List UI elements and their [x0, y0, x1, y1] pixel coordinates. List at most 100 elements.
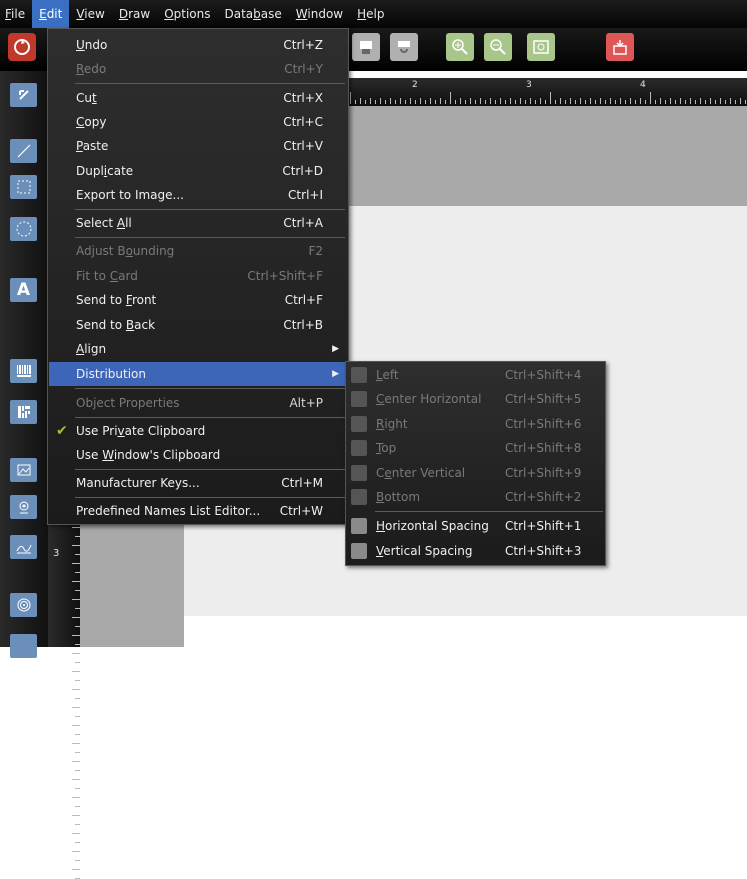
ruler-tick	[75, 788, 80, 789]
app-logo-icon[interactable]	[8, 33, 36, 61]
line-tool-icon[interactable]	[10, 139, 37, 163]
ruler-tick	[725, 100, 726, 104]
submenu-item-center-vertical: Center Vertical Ctrl+Shift+9	[347, 461, 605, 485]
webcam-tool-icon[interactable]	[10, 495, 37, 519]
menu-item-undo[interactable]: Undo Ctrl+Z	[49, 33, 347, 57]
ruler-tick	[480, 98, 481, 104]
toolbar-zoom-fit-icon[interactable]	[527, 33, 555, 61]
ruler-tick	[555, 100, 556, 104]
menu-item-cut[interactable]: Cut Ctrl+X	[49, 86, 347, 110]
tool-palette: A	[0, 71, 48, 658]
menu-separator	[75, 469, 345, 470]
ruler-tick	[500, 98, 501, 104]
menu-item-paste[interactable]: Paste Ctrl+V	[49, 134, 347, 158]
ruler-tick	[670, 98, 671, 104]
zoom-in-icon	[452, 39, 468, 55]
ruler-tick	[75, 752, 80, 753]
menu-separator	[75, 497, 345, 498]
center-vertical-icon	[351, 465, 367, 481]
2d-barcode-tool-icon[interactable]	[10, 400, 37, 424]
toolbar-print-card-icon[interactable]	[606, 33, 634, 61]
ruler-tick	[630, 98, 631, 104]
ruler-tick	[440, 98, 441, 104]
refresh-logo-icon	[14, 39, 30, 55]
submenu-arrow-icon: ▶	[332, 369, 339, 379]
ruler-tick	[425, 100, 426, 104]
ruler-tick	[445, 100, 446, 104]
ruler-tick	[72, 599, 80, 600]
ruler-tick	[365, 100, 366, 104]
ruler-tick	[72, 635, 80, 636]
ruler-tick	[380, 98, 381, 104]
ruler-tick	[595, 100, 596, 104]
ruler-tick	[475, 100, 476, 104]
align-right-icon	[351, 416, 367, 432]
submenu-item-vertical-spacing[interactable]: Vertical Spacing Ctrl+Shift+3	[347, 539, 605, 563]
select-tool-icon[interactable]	[10, 83, 37, 107]
ruler-tick	[485, 100, 486, 104]
ruler-tick	[72, 707, 80, 708]
ruler-tick	[75, 806, 80, 807]
ruler-tick	[72, 851, 80, 852]
menu-item-export-image[interactable]: Export to Image... Ctrl+I	[49, 183, 347, 207]
ruler-tick	[505, 100, 506, 104]
ruler-tick	[72, 581, 80, 582]
ruler-tick	[700, 98, 701, 104]
ruler-tick	[740, 98, 741, 104]
menu-item-copy[interactable]: Copy Ctrl+C	[49, 110, 347, 134]
ruler-tick	[470, 98, 471, 104]
ruler-label: 4	[640, 80, 646, 90]
ruler-tick	[395, 100, 396, 104]
ellipse-tool-icon[interactable]	[10, 217, 37, 241]
toolbar-zoom-out-icon[interactable]	[484, 33, 512, 61]
menu-file[interactable]: File	[0, 0, 32, 28]
ruler-tick	[605, 100, 606, 104]
ruler-tick	[385, 100, 386, 104]
menu-draw[interactable]: Draw	[112, 0, 157, 28]
menu-window[interactable]: Window	[289, 0, 350, 28]
rectangle-tool-icon[interactable]	[10, 175, 37, 199]
toolbar-print-setup-icon[interactable]	[390, 33, 418, 61]
toolbar-print-icon[interactable]	[352, 33, 380, 61]
menu-options[interactable]: Options	[157, 0, 217, 28]
ruler-tick	[355, 100, 356, 104]
ruler-tick	[410, 98, 411, 104]
ruler-tick	[72, 617, 80, 618]
text-tool-icon[interactable]: A	[10, 278, 37, 302]
ruler-tick	[600, 98, 601, 104]
signature-tool-icon[interactable]	[10, 535, 37, 559]
menu-separator	[75, 417, 345, 418]
submenu-item-horizontal-spacing[interactable]: Horizontal Spacing Ctrl+Shift+1	[347, 514, 605, 538]
ruler-tick	[715, 100, 716, 104]
ruler-tick	[75, 698, 80, 699]
ruler-tick	[75, 680, 80, 681]
barcode-tool-icon[interactable]	[10, 359, 37, 383]
menu-help[interactable]: Help	[350, 0, 391, 28]
menu-item-adjust-bounding: Adjust Bounding F2	[76, 244, 323, 258]
fingerprint-tool-icon[interactable]	[10, 593, 37, 617]
menu-item-distribution[interactable]: Distribution ▶	[49, 362, 347, 386]
toolbar-zoom-in-icon[interactable]	[446, 33, 474, 61]
menu-item-windows-clipboard[interactable]: Use Window's Clipboard	[49, 443, 347, 467]
image-tool-icon[interactable]	[10, 458, 37, 482]
extra-tool-icon[interactable]	[10, 634, 37, 658]
menu-item-send-to-front[interactable]: Send to Front Ctrl+F	[49, 288, 347, 312]
menu-item-align[interactable]: Align ▶	[49, 337, 347, 361]
menu-edit[interactable]: Edit	[32, 0, 70, 28]
menu-item-send-to-back[interactable]: Send to Back Ctrl+B	[49, 313, 347, 337]
menu-item-predefined-names-editor[interactable]: Predefined Names List Editor... Ctrl+W	[49, 499, 347, 523]
menu-item-private-clipboard[interactable]: ✔ Use Private Clipboard	[49, 419, 347, 443]
menu-database[interactable]: Database	[218, 0, 289, 28]
menu-item-duplicate[interactable]: Duplicate Ctrl+D	[49, 159, 347, 183]
ruler-label: 3	[53, 548, 60, 559]
submenu-item-top: Top Ctrl+Shift+8	[347, 436, 605, 460]
ruler-tick	[705, 100, 706, 104]
ruler-tick	[520, 98, 521, 104]
menu-item-manufacturer-keys[interactable]: Manufacturer Keys... Ctrl+M	[49, 471, 347, 495]
print-setup-icon	[398, 41, 410, 53]
ruler-tick	[525, 100, 526, 104]
menu-item-select-all[interactable]: Select All Ctrl+A	[49, 211, 347, 235]
ruler-tick	[460, 98, 461, 104]
ruler-tick	[710, 98, 711, 104]
menu-view[interactable]: View	[69, 0, 111, 28]
